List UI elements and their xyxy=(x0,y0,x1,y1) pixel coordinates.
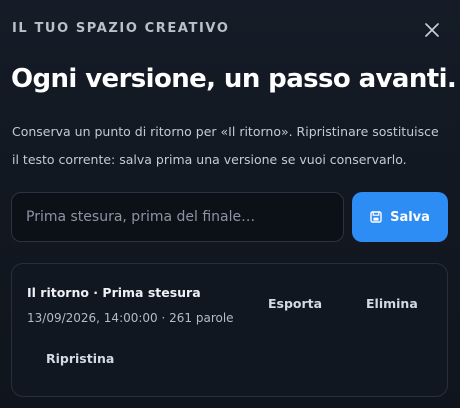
export-button[interactable]: Esporta xyxy=(268,296,322,311)
version-panel: IL TUO SPAZIO CREATIVO Ogni versione, un… xyxy=(0,0,460,408)
close-button[interactable] xyxy=(420,18,444,42)
restore-button[interactable]: Ripristina xyxy=(46,351,114,366)
save-icon xyxy=(370,211,382,223)
version-title: Il ritorno · Prima stesura xyxy=(27,285,201,300)
version-meta: 13/09/2026, 14:00:00 · 261 parole xyxy=(27,311,234,325)
page-title: Ogni versione, un passo avanti. xyxy=(11,64,457,94)
delete-button[interactable]: Elimina xyxy=(366,296,418,311)
panel-eyebrow: IL TUO SPAZIO CREATIVO xyxy=(12,21,230,36)
save-button[interactable]: Salva xyxy=(352,192,448,242)
close-icon xyxy=(425,23,439,37)
version-card: Il ritorno · Prima stesura 13/09/2026, 1… xyxy=(11,263,448,397)
version-name-input[interactable] xyxy=(11,192,344,242)
page-description: Conserva un punto di ritorno per «Il rit… xyxy=(12,124,439,167)
save-button-label: Salva xyxy=(390,209,430,225)
